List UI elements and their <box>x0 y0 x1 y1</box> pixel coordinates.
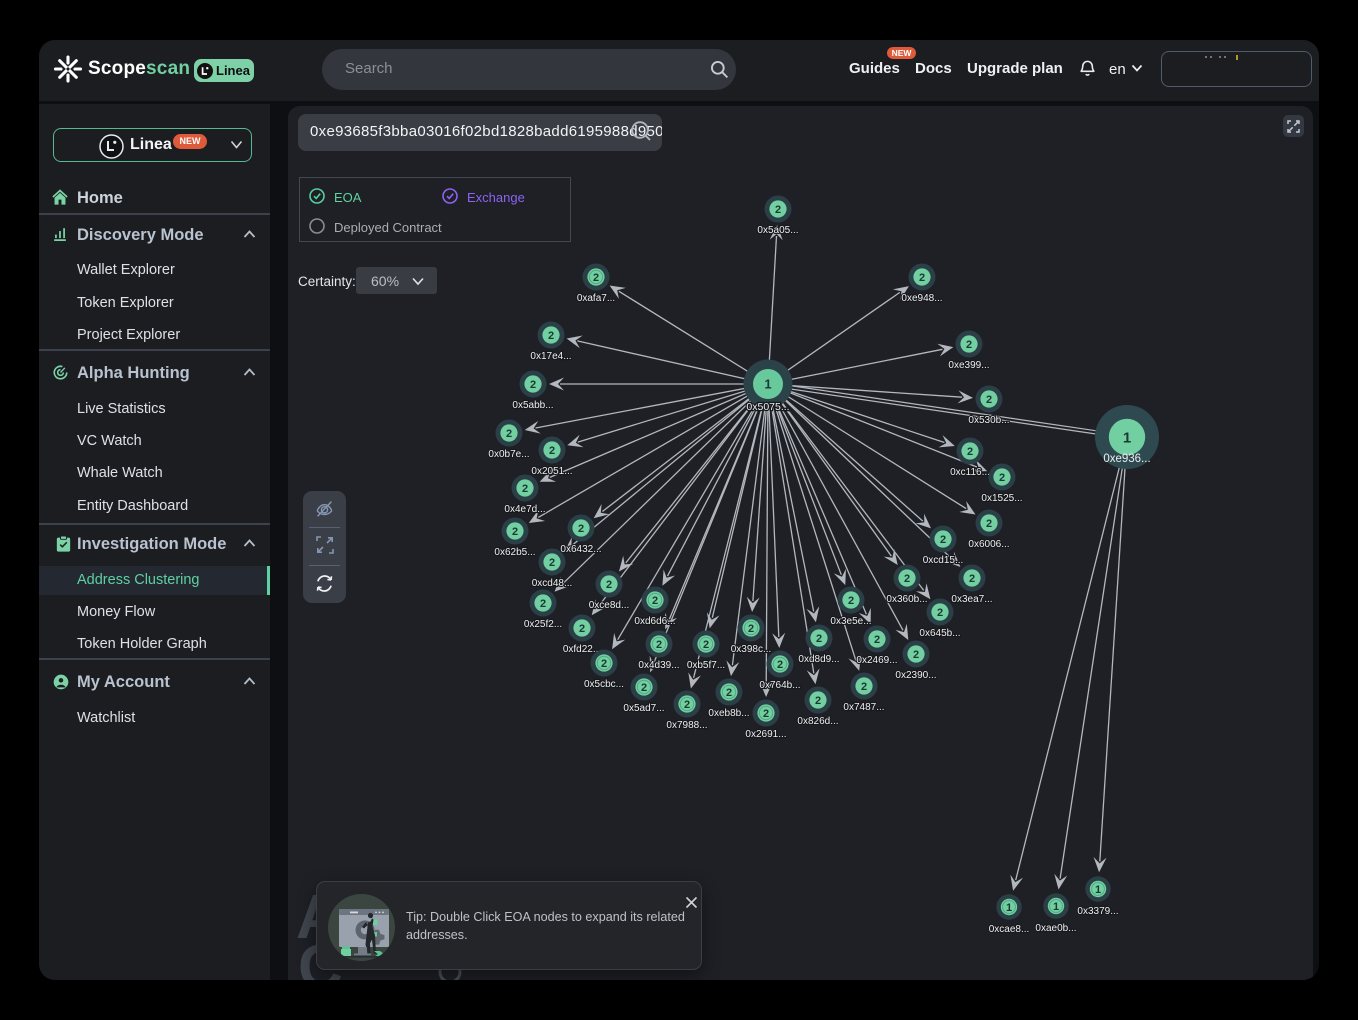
svg-text:2: 2 <box>986 518 992 530</box>
svg-text:2: 2 <box>967 446 973 458</box>
svg-text:0xafa7...: 0xafa7... <box>577 293 615 304</box>
svg-text:0x2469...: 0x2469... <box>856 655 897 666</box>
svg-text:0x7988...: 0x7988... <box>666 720 707 731</box>
svg-text:2: 2 <box>579 623 585 635</box>
svg-text:0xcd15...: 0xcd15... <box>923 555 964 566</box>
svg-text:0xe948...: 0xe948... <box>901 293 942 304</box>
svg-text:0x2691...: 0x2691... <box>745 729 786 740</box>
svg-text:2: 2 <box>578 523 584 535</box>
svg-text:2: 2 <box>937 607 943 619</box>
svg-text:0x398c...: 0x398c... <box>731 644 772 655</box>
svg-text:0xe399...: 0xe399... <box>948 360 989 371</box>
svg-text:1: 1 <box>1053 901 1059 913</box>
svg-text:1: 1 <box>764 377 771 392</box>
svg-text:2: 2 <box>904 573 910 585</box>
svg-text:0x5ad7...: 0x5ad7... <box>623 703 664 714</box>
svg-text:1: 1 <box>1095 884 1101 896</box>
svg-text:0x6432...: 0x6432... <box>560 544 601 555</box>
svg-text:2: 2 <box>548 330 554 342</box>
svg-text:2: 2 <box>763 708 769 720</box>
svg-text:0x360b...: 0x360b... <box>886 594 927 605</box>
svg-text:2: 2 <box>656 639 662 651</box>
svg-text:0xc116...: 0xc116... <box>950 467 990 478</box>
svg-text:0x4e7d...: 0x4e7d... <box>504 504 545 515</box>
svg-text:2: 2 <box>540 598 546 610</box>
svg-text:2: 2 <box>530 379 536 391</box>
svg-text:0x7487...: 0x7487... <box>843 702 884 713</box>
svg-text:0xeb8b...: 0xeb8b... <box>708 708 749 719</box>
svg-text:2: 2 <box>815 695 821 707</box>
svg-text:0x5cbc...: 0x5cbc... <box>584 679 624 690</box>
svg-text:0x25f2...: 0x25f2... <box>524 619 562 630</box>
svg-text:2: 2 <box>652 595 658 607</box>
svg-text:2: 2 <box>601 658 607 670</box>
svg-text:1: 1 <box>1006 902 1012 914</box>
svg-text:0x6006...: 0x6006... <box>968 539 1009 550</box>
svg-text:0xd8d9...: 0xd8d9... <box>798 654 839 665</box>
svg-text:2: 2 <box>522 483 528 495</box>
svg-text:0x764b...: 0x764b... <box>759 680 800 691</box>
svg-text:0x3ea7...: 0x3ea7... <box>951 594 992 605</box>
svg-text:2: 2 <box>913 649 919 661</box>
svg-text:0x62b5...: 0x62b5... <box>494 547 535 558</box>
svg-text:0x3e5e...: 0x3e5e... <box>830 616 871 627</box>
svg-text:0xb5f7...: 0xb5f7... <box>687 660 725 671</box>
svg-text:0xcae8...: 0xcae8... <box>989 924 1030 935</box>
svg-text:0xe936...: 0xe936... <box>1103 453 1150 465</box>
svg-text:0x826d...: 0x826d... <box>797 716 838 727</box>
svg-text:2: 2 <box>940 534 946 546</box>
svg-text:0x5075...: 0x5075... <box>746 401 789 413</box>
svg-text:2: 2 <box>986 394 992 406</box>
svg-text:0x0b7e...: 0x0b7e... <box>488 449 529 460</box>
svg-text:0x530b...: 0x530b... <box>968 415 1009 426</box>
svg-text:2: 2 <box>606 579 612 591</box>
svg-text:0x645b...: 0x645b... <box>919 628 960 639</box>
svg-text:2: 2 <box>512 526 518 538</box>
svg-text:2: 2 <box>816 633 822 645</box>
svg-text:2: 2 <box>703 639 709 651</box>
svg-text:0xce8d...: 0xce8d... <box>589 600 630 611</box>
svg-text:2: 2 <box>966 339 972 351</box>
svg-text:2: 2 <box>919 272 925 284</box>
svg-text:2: 2 <box>861 681 867 693</box>
svg-text:2: 2 <box>549 557 555 569</box>
svg-text:2: 2 <box>506 428 512 440</box>
svg-text:2: 2 <box>748 623 754 635</box>
svg-text:2: 2 <box>775 204 781 216</box>
svg-text:0x5abb...: 0x5abb... <box>512 400 553 411</box>
svg-text:1: 1 <box>1123 429 1131 446</box>
svg-text:0x5a05...: 0x5a05... <box>757 225 798 236</box>
svg-text:2: 2 <box>848 595 854 607</box>
svg-text:0x2051...: 0x2051... <box>531 466 572 477</box>
svg-text:2: 2 <box>641 682 647 694</box>
svg-text:0xae0b...: 0xae0b... <box>1035 923 1076 934</box>
svg-text:0x4d39...: 0x4d39... <box>638 660 679 671</box>
svg-text:2: 2 <box>999 472 1005 484</box>
svg-text:2: 2 <box>969 573 975 585</box>
svg-text:2: 2 <box>593 272 599 284</box>
svg-text:2: 2 <box>777 659 783 671</box>
svg-text:2: 2 <box>684 699 690 711</box>
svg-text:0x3379...: 0x3379... <box>1077 906 1118 917</box>
svg-text:0x2390...: 0x2390... <box>895 670 936 681</box>
svg-text:0x17e4...: 0x17e4... <box>530 351 571 362</box>
svg-text:2: 2 <box>874 634 880 646</box>
svg-text:0xcd48...: 0xcd48... <box>532 578 573 589</box>
svg-text:2: 2 <box>726 687 732 699</box>
svg-text:2: 2 <box>549 445 555 457</box>
svg-text:0x1525...: 0x1525... <box>981 493 1022 504</box>
svg-text:0xd6d6...: 0xd6d6... <box>634 616 675 627</box>
